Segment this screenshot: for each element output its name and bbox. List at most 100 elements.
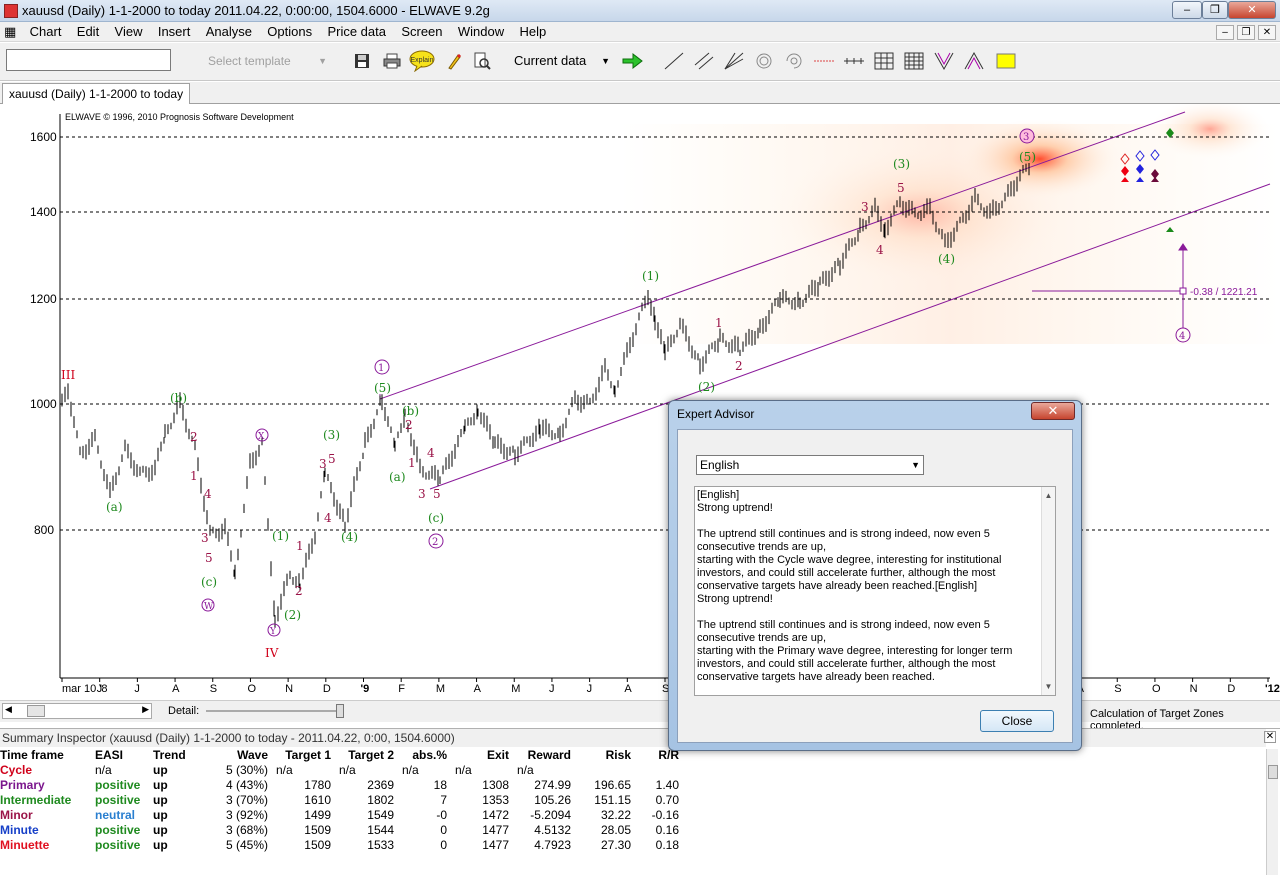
template-select[interactable]: Select template ▼ (200, 51, 335, 71)
scroll-thumb[interactable] (27, 705, 45, 717)
line-tool-icon[interactable] (662, 49, 686, 73)
menu-chart[interactable]: Chart (24, 22, 68, 41)
menu-analyse[interactable]: Analyse (200, 22, 258, 41)
cell-risk: 28.05 (600, 822, 631, 837)
wave-label-int-5a: (5) (374, 381, 391, 395)
wave-label-int-4a: (4) (341, 530, 358, 544)
detail-slider[interactable] (206, 710, 344, 712)
mdi-restore-button[interactable]: ❐ (1237, 25, 1255, 40)
wave-label-minor-2d: 2 (735, 359, 743, 373)
wave-label-a2: (a) (389, 470, 406, 484)
menu-price-data[interactable]: Price data (321, 22, 392, 41)
wave-label-minor-5b: 5 (328, 452, 336, 466)
parallel-lines-icon[interactable] (692, 49, 716, 73)
menu-screen[interactable]: Screen (395, 22, 448, 41)
print-icon[interactable] (380, 49, 404, 73)
detail-slider-handle[interactable] (336, 704, 344, 718)
chart-area[interactable]: 1600 1400 1200 1000 800 ELWAVE © 1996, 2… (0, 99, 1280, 700)
document-icon[interactable]: ▦ (0, 22, 20, 42)
scroll-right-icon[interactable]: ▶ (142, 704, 149, 715)
mdi-minimize-button[interactable]: – (1216, 25, 1234, 40)
close-window-button[interactable]: ✕ (1228, 1, 1276, 19)
menu-help[interactable]: Help (513, 22, 552, 41)
wave-label-circ-1: 1 (378, 363, 384, 374)
scroll-left-icon[interactable]: ◀ (5, 704, 12, 715)
maximize-button[interactable]: ❐ (1202, 1, 1228, 19)
expert-advisor-dialog: Expert Advisor ✕ English ▼ [English] Stro… (668, 400, 1082, 751)
cell-trend: up (153, 822, 168, 837)
horizontal-scrollbar[interactable]: ◀ ▶ (2, 703, 152, 719)
grid-icon[interactable] (872, 49, 896, 73)
menu-edit[interactable]: Edit (71, 22, 105, 41)
cell-target2: 1544 (367, 822, 394, 837)
symbol-input[interactable] (6, 49, 171, 71)
cell-wave: 5 (45%) (225, 837, 268, 852)
cell-wave: 3 (68%) (225, 822, 268, 837)
x-tick-label: N (1190, 683, 1198, 695)
range-icon[interactable] (842, 49, 866, 73)
fine-grid-icon[interactable] (902, 49, 926, 73)
wave-label-circ-3: 3 (1023, 132, 1029, 143)
x-tick-label: D (1227, 683, 1235, 695)
wave-label-minor-5c: 5 (433, 487, 441, 501)
summary-row[interactable]: Cycle n/a up 5 (30%) n/a n/a n/a n/a n/a (0, 762, 679, 777)
language-value: English (700, 458, 740, 472)
y-tick-1000: 1000 (30, 397, 57, 411)
x-tick-label: J (97, 683, 103, 695)
data-select[interactable]: Current data ▼ (506, 51, 616, 71)
price-chart[interactable]: 1600 1400 1200 1000 800 ELWAVE © 1996, 2… (0, 99, 1280, 700)
wave-a-icon[interactable] (962, 49, 986, 73)
wave-v-icon[interactable] (932, 49, 956, 73)
wave-label-minor-2c: 2 (405, 418, 413, 432)
wave-label-minor-2b: 2 (295, 584, 303, 598)
x-tick-label: '12 (1265, 683, 1280, 695)
zoom-document-icon[interactable] (470, 49, 494, 73)
cell-wave: 5 (30%) (225, 762, 268, 777)
cell-wave: 3 (70%) (225, 792, 268, 807)
horizontal-line-icon[interactable] (812, 49, 836, 73)
col-abs: abs.% (412, 747, 447, 762)
highlight-icon[interactable] (994, 49, 1018, 73)
wave-label-b1: (b) (170, 391, 187, 405)
arc-icon[interactable] (752, 49, 776, 73)
x-tick-label: O (247, 683, 256, 695)
summary-scrollbar[interactable] (1266, 749, 1278, 875)
wave-label-circ-4: 4 (1179, 331, 1185, 342)
y-tick-800: 800 (34, 523, 54, 537)
menu-options[interactable]: Options (261, 22, 318, 41)
cell-wave: 3 (92%) (225, 807, 268, 822)
x-tick-label: S (1114, 683, 1121, 695)
summary-row[interactable]: Primary positive up 4 (43%) 1780 2369 18 1308 27… (0, 777, 679, 792)
mdi-close-button[interactable]: ✕ (1258, 25, 1276, 40)
x-tick-label: A (172, 683, 180, 695)
menu-window[interactable]: Window (452, 22, 510, 41)
dialog-body: English ▼ [English] Strong uptrend! The u… (677, 429, 1073, 743)
menu-insert[interactable]: Insert (152, 22, 197, 41)
dialog-close-button[interactable]: Close (980, 710, 1054, 732)
summary-row[interactable]: Intermediate positive up 3 (70%) 1610 1802 7 13… (0, 792, 679, 807)
wave-label-minor-4a: 4 (204, 487, 212, 501)
summary-scroll-thumb[interactable] (1268, 765, 1278, 779)
go-arrow-icon[interactable] (620, 49, 644, 73)
dialog-close-icon[interactable]: ✕ (1031, 402, 1075, 420)
advisor-scrollbar[interactable]: ▲ ▼ (1041, 487, 1055, 695)
advisor-text[interactable]: [English] Strong uptrend! The uptrend st… (694, 486, 1056, 696)
save-icon[interactable] (350, 49, 374, 73)
wave-label-c2: (c) (428, 511, 444, 525)
cell-abs: 7 (440, 792, 447, 807)
summary-row[interactable]: Minute positive up 3 (68%) 1509 1544 0 1477 4.51… (0, 822, 679, 837)
language-select[interactable]: English ▼ (696, 455, 924, 475)
summary-row[interactable]: Minor neutral up 3 (92%) 1499 1549 -0 1472 -5.20… (0, 807, 679, 822)
menu-view[interactable]: View (109, 22, 149, 41)
pen-icon[interactable] (442, 49, 466, 73)
explain-icon[interactable]: Explain (408, 49, 436, 73)
minimize-button[interactable]: – (1172, 1, 1202, 19)
summary-row[interactable]: Minuette positive up 5 (45%) 1509 1533 0 1477 4.… (0, 837, 679, 852)
tab-xauusd[interactable]: xauusd (Daily) 1-1-2000 to today (2, 83, 191, 104)
close-summary-icon[interactable]: ✕ (1264, 731, 1276, 743)
menu-bar: ▦ Chart Edit View Insert Analyse Options… (0, 22, 1280, 42)
fan-lines-icon[interactable] (722, 49, 746, 73)
spiral-icon[interactable] (782, 49, 806, 73)
cell-target2: n/a (339, 762, 356, 777)
cell-target1: n/a (276, 762, 293, 777)
